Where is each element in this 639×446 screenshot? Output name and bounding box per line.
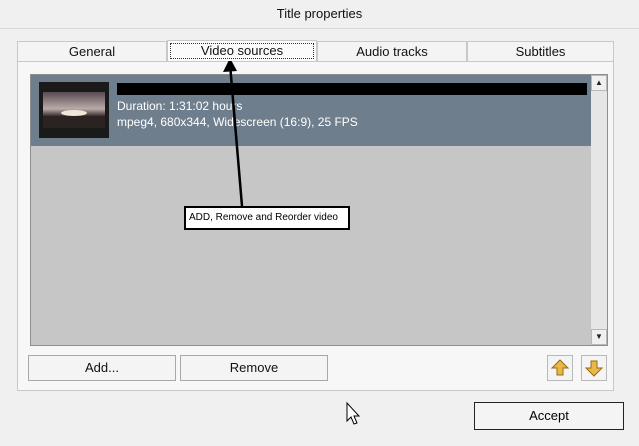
scroll-down-icon[interactable]: ▼ (591, 329, 607, 345)
window-title: Title properties (0, 0, 639, 29)
tab-subtitles[interactable]: Subtitles (467, 41, 614, 61)
annotation-callout: ADD, Remove and Reorder video (184, 206, 350, 230)
add-button[interactable]: Add... (28, 355, 176, 381)
tab-video-sources[interactable]: Video sources (167, 40, 317, 61)
tab-bar: General Video sources Audio tracks Subti… (17, 40, 614, 61)
move-up-arrow-icon (550, 359, 570, 376)
mouse-cursor-icon (346, 401, 361, 425)
tab-focus-outline (170, 43, 314, 59)
tab-audio-tracks[interactable]: Audio tracks (317, 41, 467, 61)
move-up-button[interactable] (547, 355, 573, 381)
scroll-up-icon[interactable]: ▲ (591, 75, 607, 91)
remove-button[interactable]: Remove (180, 355, 328, 381)
video-source-item[interactable]: Duration: 1:31:02 hours mpeg4, 680x344, … (31, 75, 591, 146)
video-details: mpeg4, 680x344, Widescreen (16:9), 25 FP… (117, 115, 358, 129)
video-duration: Duration: 1:31:02 hours (117, 99, 243, 113)
redacted-filename (117, 83, 587, 95)
move-down-arrow-icon (584, 360, 604, 377)
accept-button[interactable]: Accept (474, 402, 624, 430)
video-thumbnail (39, 82, 109, 138)
move-down-button[interactable] (581, 355, 607, 381)
tab-general[interactable]: General (17, 41, 167, 61)
vertical-scrollbar[interactable]: ▲ ▼ (591, 75, 607, 345)
